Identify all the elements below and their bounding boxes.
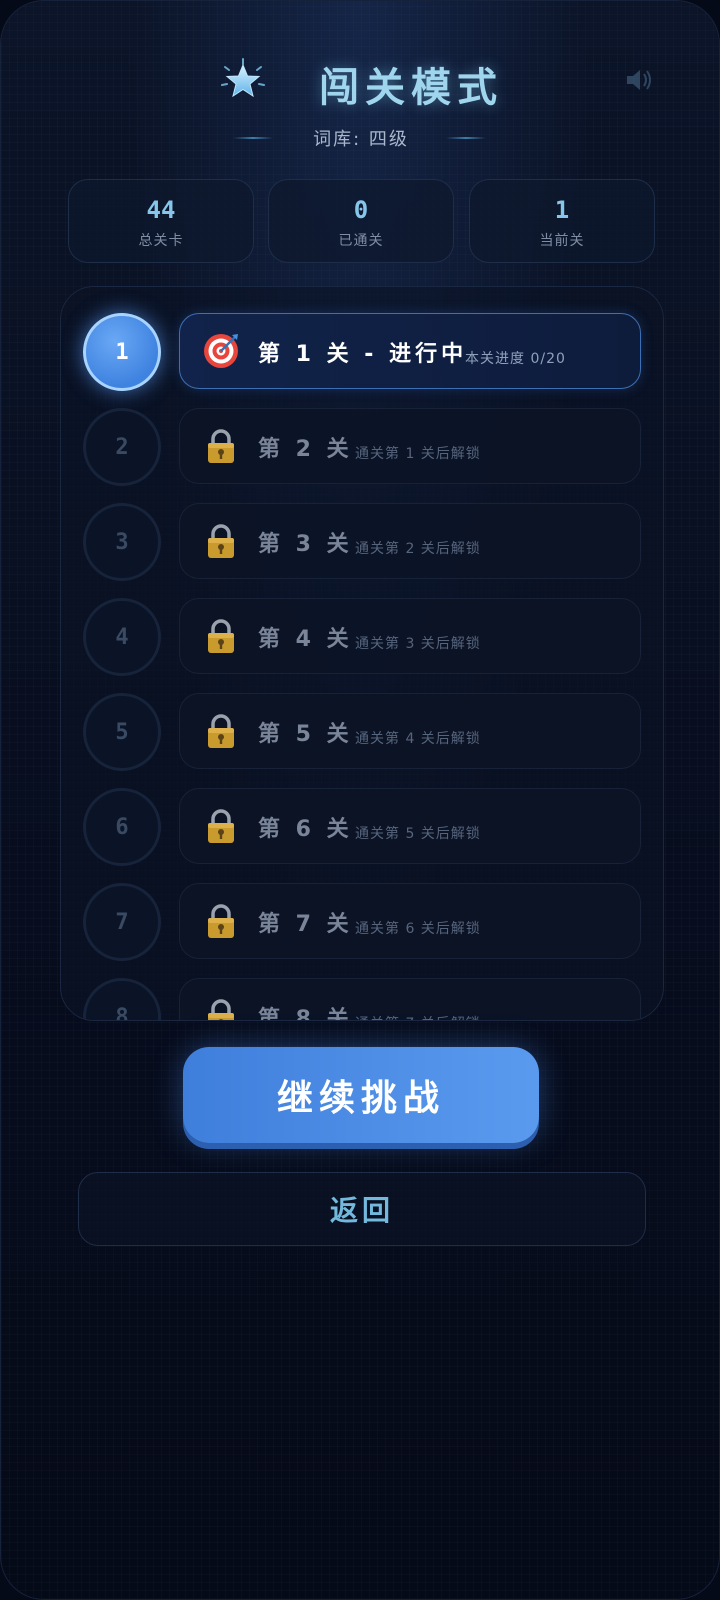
level-title: 第 7 关: [258, 912, 353, 937]
stat-label: 总关卡: [138, 233, 184, 249]
star-icon: [221, 58, 265, 98]
level-progress: 本关进度 0/20: [465, 351, 566, 367]
level-title: 第 4 关: [258, 627, 353, 652]
stat-value: 44: [146, 196, 176, 224]
level-title: 第 6 关: [258, 817, 353, 842]
sound-icon[interactable]: [623, 63, 657, 97]
stat-total-levels: 44 总关卡: [68, 179, 254, 263]
continue-challenge-button[interactable]: 继续挑战: [183, 1047, 539, 1143]
level-number-badge: 8: [83, 978, 161, 1020]
lock-icon: [208, 999, 234, 1020]
lock-icon: [208, 904, 234, 938]
lock-icon: [208, 714, 234, 748]
stat-label: 当前关: [539, 233, 585, 249]
divider-right: [446, 137, 486, 139]
unlock-hint: 通关第 1 关后解锁: [355, 446, 481, 462]
level-card[interactable]: 第 3 关 通关第 2 关后解锁: [179, 503, 641, 579]
unlock-hint: 通关第 7 关后解锁: [355, 1013, 481, 1020]
level-card[interactable]: 第 2 关 通关第 1 关后解锁: [179, 408, 641, 484]
level-list[interactable]: 1 第 1 关 - 进行中 本关进度 0/20 2 第 2 关 通关第 1 关后…: [60, 286, 664, 1021]
lock-icon: [208, 429, 234, 463]
level-card[interactable]: 第 7 关 通关第 6 关后解锁: [179, 883, 641, 959]
word-bank-label: 词库: 四级: [313, 129, 409, 150]
target-icon: [204, 334, 238, 368]
level-card[interactable]: 第 4 关 通关第 3 关后解锁: [179, 598, 641, 674]
level-item-4[interactable]: 4 第 4 关 通关第 3 关后解锁: [61, 598, 663, 676]
level-number-badge: 3: [83, 503, 161, 581]
level-item-7[interactable]: 7 第 7 关 通关第 6 关后解锁: [61, 883, 663, 961]
unlock-hint: 通关第 4 关后解锁: [355, 731, 481, 747]
unlock-hint: 通关第 3 关后解锁: [355, 636, 481, 652]
level-item-1[interactable]: 1 第 1 关 - 进行中 本关进度 0/20: [61, 313, 663, 391]
subtitle-row: 词库: 四级: [1, 123, 719, 153]
unlock-hint: 通关第 5 关后解锁: [355, 826, 481, 842]
level-item-5[interactable]: 5 第 5 关 通关第 4 关后解锁: [61, 693, 663, 771]
level-number-badge: 4: [83, 598, 161, 676]
level-card[interactable]: 第 5 关 通关第 4 关后解锁: [179, 693, 641, 769]
stat-current-level: 1 当前关: [469, 179, 655, 263]
stat-value: 0: [353, 196, 369, 224]
unlock-hint: 通关第 6 关后解锁: [355, 921, 481, 937]
page-title: 闯关模式: [319, 65, 503, 111]
stats-bar: 44 总关卡 0 已通关 1 当前关: [68, 179, 655, 263]
level-number-badge: 1: [83, 313, 161, 391]
app-frame: 闯关模式 词库: 四级 44 总关卡 0 已通关 1 当前关 1 第 1 关 -…: [0, 0, 720, 1600]
level-card[interactable]: 第 6 关 通关第 5 关后解锁: [179, 788, 641, 864]
level-card[interactable]: 第 8 关 通关第 7 关后解锁: [179, 978, 641, 1021]
level-number-badge: 7: [83, 883, 161, 961]
header: 闯关模式: [1, 51, 719, 111]
level-title: 第 1 关 - 进行中: [258, 342, 468, 367]
level-title: 第 5 关: [258, 722, 353, 747]
unlock-hint: 通关第 2 关后解锁: [355, 541, 481, 557]
level-number-badge: 5: [83, 693, 161, 771]
lock-icon: [208, 524, 234, 558]
level-item-8[interactable]: 8 第 8 关 通关第 7 关后解锁: [61, 978, 663, 1021]
back-button[interactable]: 返回: [78, 1172, 646, 1246]
level-title: 第 3 关: [258, 532, 353, 557]
level-item-3[interactable]: 3 第 3 关 通关第 2 关后解锁: [61, 503, 663, 581]
stat-label: 已通关: [338, 233, 384, 249]
lock-icon: [208, 619, 234, 653]
stat-cleared-levels: 0 已通关: [268, 179, 454, 263]
level-item-2[interactable]: 2 第 2 关 通关第 1 关后解锁: [61, 408, 663, 486]
lock-icon: [208, 809, 234, 843]
level-number-badge: 2: [83, 408, 161, 486]
level-card[interactable]: 第 1 关 - 进行中 本关进度 0/20: [179, 313, 641, 389]
level-title: 第 2 关: [258, 437, 353, 462]
stat-value: 1: [554, 196, 570, 224]
level-item-6[interactable]: 6 第 6 关 通关第 5 关后解锁: [61, 788, 663, 866]
level-title: 第 8 关: [258, 1007, 353, 1021]
level-number-badge: 6: [83, 788, 161, 866]
